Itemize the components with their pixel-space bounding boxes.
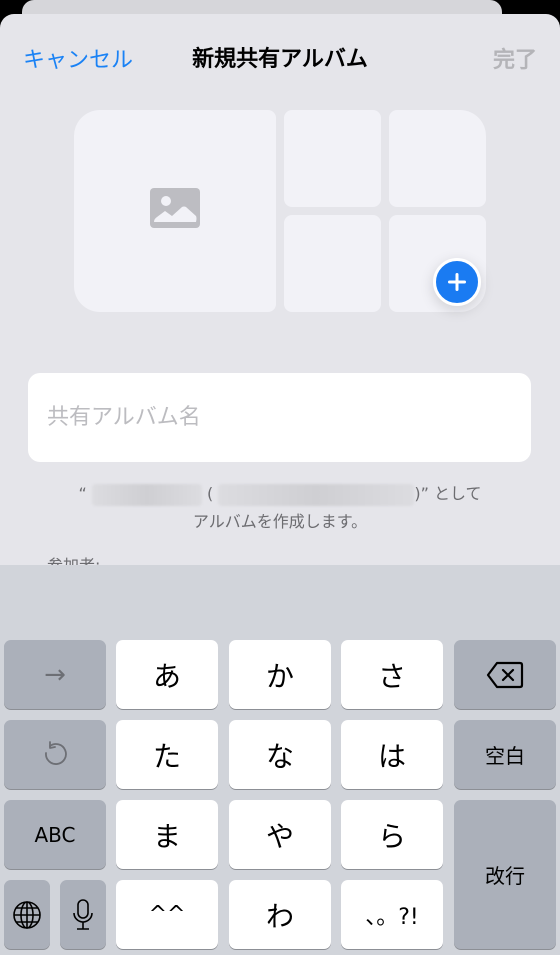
done-button[interactable]: 完了 bbox=[493, 42, 537, 74]
undo-key[interactable] bbox=[4, 720, 106, 789]
plus-icon bbox=[448, 273, 466, 291]
key-ta[interactable]: た bbox=[116, 720, 218, 789]
key-a[interactable]: あ bbox=[116, 640, 218, 709]
undo-icon bbox=[45, 740, 67, 765]
album-cover-grid bbox=[74, 110, 486, 312]
globe-key[interactable] bbox=[4, 880, 50, 949]
key-emoticon[interactable]: ^^ bbox=[116, 880, 218, 949]
return-key[interactable]: 改行 bbox=[454, 800, 556, 949]
key-ha[interactable]: は bbox=[341, 720, 443, 789]
key-ka[interactable]: か bbox=[229, 640, 331, 709]
paren-open: ( bbox=[207, 484, 214, 503]
globe-icon bbox=[13, 900, 41, 929]
next-candidate-key[interactable]: → bbox=[4, 640, 106, 709]
key-wa[interactable]: わ bbox=[229, 880, 331, 949]
dictation-key[interactable] bbox=[60, 880, 106, 949]
navigation-bar: キャンセル 新規共有アルバム 完了 bbox=[0, 14, 560, 98]
japanese-kana-keyboard: → あ か さ た な は 空白 ABC ま や ら 改行 ^^ わ 、。?! bbox=[0, 565, 560, 955]
info-line-2: アルバムを作成します。 bbox=[192, 512, 368, 531]
key-ra[interactable]: ら bbox=[341, 800, 443, 869]
key-na[interactable]: な bbox=[229, 720, 331, 789]
quote-open: “ bbox=[78, 484, 87, 503]
redacted-owner-email bbox=[218, 483, 415, 506]
cover-photo-placeholder[interactable] bbox=[74, 110, 276, 312]
delete-backward-icon bbox=[486, 661, 524, 688]
album-owner-info: “ ( )” として アルバムを作成します。 bbox=[0, 480, 560, 536]
info-suffix: )” として bbox=[414, 484, 482, 503]
photo-slot bbox=[389, 110, 486, 207]
key-punctuation[interactable]: 、。?! bbox=[341, 880, 443, 949]
space-key[interactable]: 空白 bbox=[454, 720, 556, 789]
microphone-icon bbox=[73, 898, 93, 930]
abc-key[interactable]: ABC bbox=[4, 800, 106, 869]
key-ya[interactable]: や bbox=[229, 800, 331, 869]
add-photos-button[interactable] bbox=[433, 258, 481, 306]
photo-icon bbox=[150, 188, 200, 228]
album-name-input[interactable] bbox=[28, 373, 531, 462]
redacted-owner-name bbox=[91, 483, 202, 506]
photo-slot bbox=[284, 110, 381, 207]
key-ma[interactable]: ま bbox=[116, 800, 218, 869]
key-sa[interactable]: さ bbox=[341, 640, 443, 709]
page-title: 新規共有アルバム bbox=[192, 47, 368, 72]
background-sheet bbox=[22, 0, 502, 14]
photo-slot bbox=[284, 215, 381, 312]
delete-key[interactable] bbox=[454, 640, 556, 709]
